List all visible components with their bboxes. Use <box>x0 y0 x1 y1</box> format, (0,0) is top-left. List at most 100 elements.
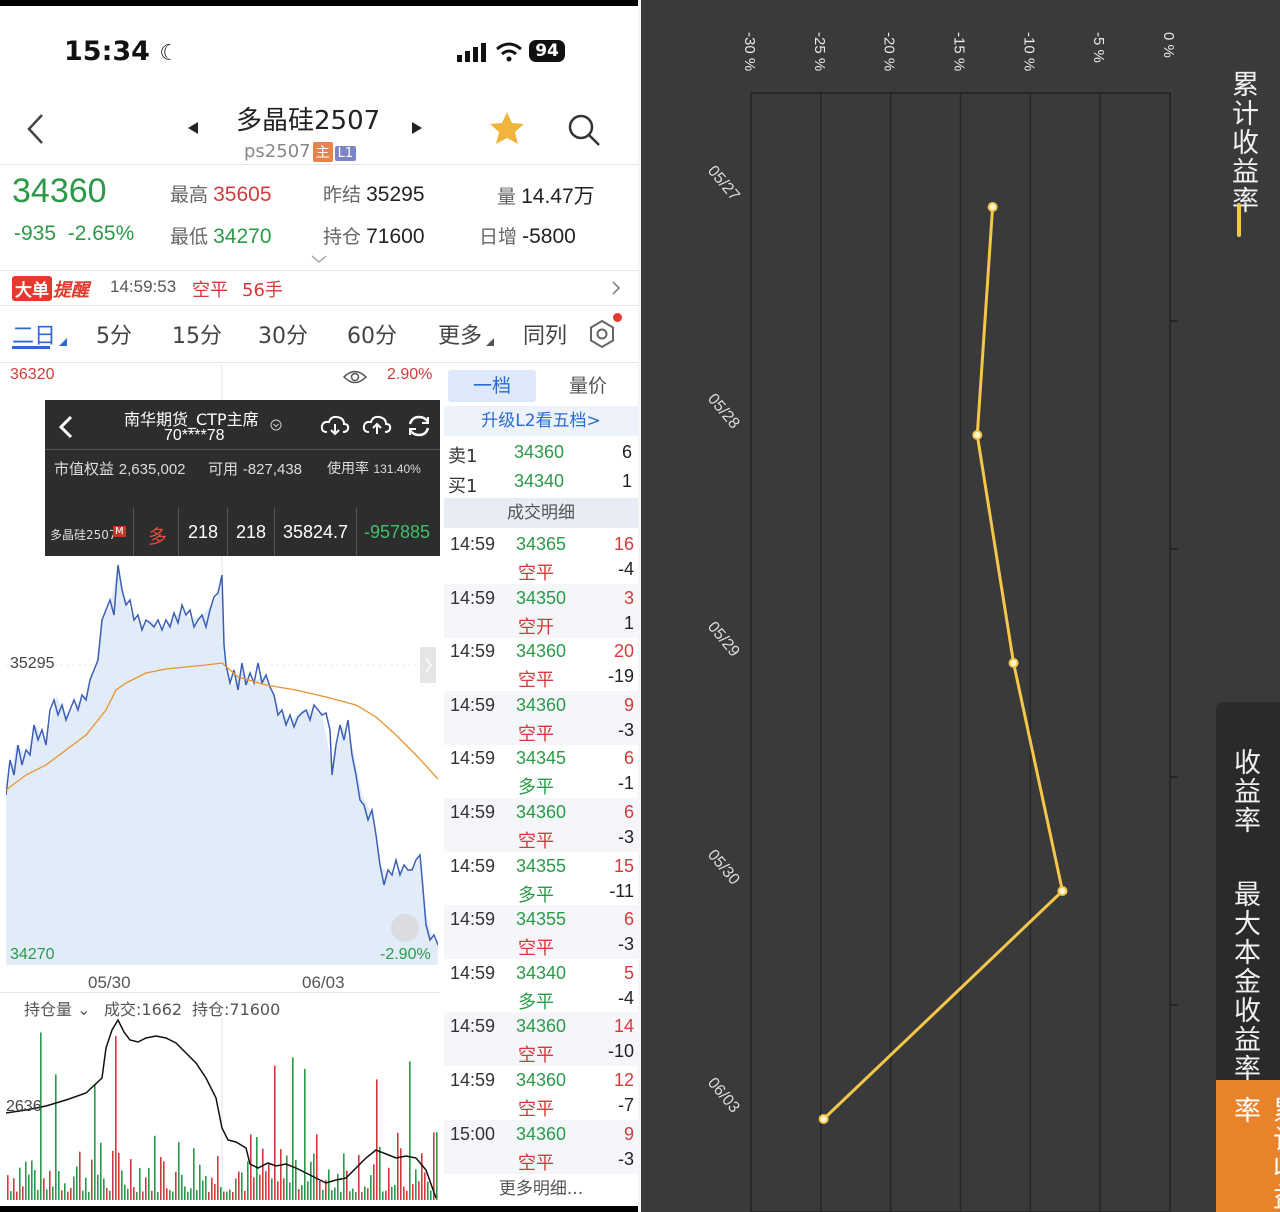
chart-side-handle[interactable] <box>420 647 436 683</box>
trade-price: 34360 <box>516 1123 567 1144</box>
prev-contract-icon[interactable] <box>186 120 200 136</box>
value-tick-label: -5 % <box>1090 32 1107 63</box>
cumulative-return-chart[interactable]: -30 % -25 % -20 % -15 % -10 % -5 % 0 % 05/27 05… <box>641 0 1280 1212</box>
tab-15min[interactable]: 15分 <box>172 318 222 350</box>
data-point[interactable] <box>818 1114 829 1124</box>
volume-bar <box>391 1186 393 1200</box>
tab-60min[interactable]: 60分 <box>347 318 397 350</box>
volume-bar <box>376 1079 378 1200</box>
divider <box>0 992 440 993</box>
data-point[interactable] <box>972 430 983 440</box>
trade-volume: 16 <box>613 534 634 554</box>
tab-30min[interactable]: 30分 <box>258 318 308 350</box>
trade-oi-change: -4 <box>617 559 634 579</box>
data-point[interactable] <box>987 202 998 212</box>
volume-oi-chart[interactable] <box>6 1018 438 1200</box>
volume-bar <box>118 1152 120 1200</box>
tab-level1[interactable]: 一档 <box>448 370 536 402</box>
big-order-alert[interactable] <box>0 272 640 304</box>
back-icon[interactable] <box>24 112 46 146</box>
position-pnl: -957885 <box>364 522 431 542</box>
expand-chevron-icon[interactable] <box>310 254 328 264</box>
volume-bar <box>340 1191 342 1200</box>
cloud-upload-icon[interactable] <box>362 414 392 438</box>
overlay-back-icon[interactable] <box>56 414 76 440</box>
volume-bar <box>16 1191 18 1200</box>
upgrade-l2-link[interactable]: 升级L2看五档> <box>444 406 638 436</box>
volume-bar <box>181 1174 183 1200</box>
trade-type: 多平 <box>518 884 554 906</box>
volume-bar <box>196 1190 198 1200</box>
volume-bar <box>151 1190 153 1200</box>
volume-bar <box>31 1160 33 1200</box>
tab-more[interactable]: 更多 <box>438 318 482 350</box>
trade-row: 15:00 34360 9 空平 -3 <box>444 1119 638 1174</box>
volume-bar <box>256 1137 258 1200</box>
divider <box>0 164 640 165</box>
account-equity: 市值权益 2,635,002 <box>54 460 186 478</box>
volume-bar <box>190 1188 192 1200</box>
volume-bar <box>49 1170 51 1200</box>
trade-oi-change: -3 <box>617 827 634 847</box>
volume-bar <box>199 1164 201 1200</box>
side-tab-max-capital-return[interactable]: 最大本金收益率 <box>1225 880 1264 1083</box>
trade-oi-change: -10 <box>607 1041 634 1062</box>
volume-bar <box>142 1191 144 1200</box>
volume-bar <box>214 1184 216 1200</box>
chart-date-left: 05/30 <box>88 973 131 992</box>
trade-volume: 14 <box>613 1016 634 1037</box>
cloud-download-icon[interactable] <box>320 414 350 438</box>
tab-5min[interactable]: 5分 <box>96 318 132 350</box>
quote-prev-settle: 昨结 35295 <box>323 183 425 206</box>
data-point[interactable] <box>1008 658 1019 668</box>
contract-title: 多晶硅2507 <box>236 106 381 136</box>
side-tab-cumulative-return[interactable]: 累计收益率 <box>1225 1096 1280 1212</box>
chevron-right-icon[interactable] <box>611 280 621 296</box>
next-contract-icon[interactable] <box>410 120 424 136</box>
volume-bar <box>97 1174 99 1200</box>
tab-same-column[interactable]: 同列 <box>523 318 567 350</box>
wifi-icon <box>496 42 523 61</box>
eye-icon[interactable] <box>342 368 368 386</box>
trade-oi-change: 1 <box>623 612 634 633</box>
trade-row: 14:59 34360 6 空平 -3 <box>444 798 638 852</box>
sub-indicator-select[interactable]: 持仓量 ⌄ <box>24 996 91 1020</box>
star-icon[interactable] <box>488 110 526 146</box>
volume-bar <box>412 1184 414 1200</box>
trade-price: 34350 <box>516 587 567 608</box>
trade-oi-change: -4 <box>617 987 634 1008</box>
more-trades-link[interactable]: 更多明细... <box>444 1172 638 1206</box>
volume-bar <box>52 1186 54 1200</box>
trade-oi-change: -11 <box>609 880 634 901</box>
side-tab-return[interactable]: 收益率 <box>1225 748 1264 835</box>
legend-swatch <box>1237 203 1241 237</box>
cell-divider <box>356 508 357 556</box>
volume-bar <box>418 1181 420 1200</box>
volume-bar <box>175 1171 177 1200</box>
trade-row: 14:59 34360 9 空平 -3 <box>444 690 638 745</box>
trade-oi-change: -3 <box>617 934 634 955</box>
trade-price: 34340 <box>516 962 567 983</box>
data-point[interactable] <box>1057 886 1068 896</box>
search-icon[interactable] <box>566 112 602 148</box>
settings-icon[interactable] <box>586 318 618 350</box>
fullscreen-icon[interactable] <box>391 914 419 942</box>
alert-type: 空平 <box>192 280 228 301</box>
account-dropdown-icon[interactable] <box>270 419 282 431</box>
ask-price: 34360 <box>514 442 565 462</box>
trade-volume: 5 <box>623 962 634 983</box>
volume-bar <box>403 1186 405 1200</box>
refresh-icon[interactable] <box>406 414 432 438</box>
trade-price: 34355 <box>516 855 567 876</box>
trade-type: 空平 <box>518 1045 554 1067</box>
volume-bar <box>79 1151 81 1200</box>
volume-bar <box>319 1181 321 1200</box>
volume-bar <box>70 1188 72 1200</box>
trade-type: 空平 <box>518 831 554 852</box>
date-tick-label: 05/29 <box>704 619 743 661</box>
trade-type: 空平 <box>518 563 554 584</box>
signal-icon <box>457 42 486 62</box>
value-tick-label: -10 % <box>1020 32 1037 71</box>
chart-top-price: 36320 <box>10 366 55 383</box>
tab-volume-price[interactable]: 量价 <box>544 370 632 402</box>
